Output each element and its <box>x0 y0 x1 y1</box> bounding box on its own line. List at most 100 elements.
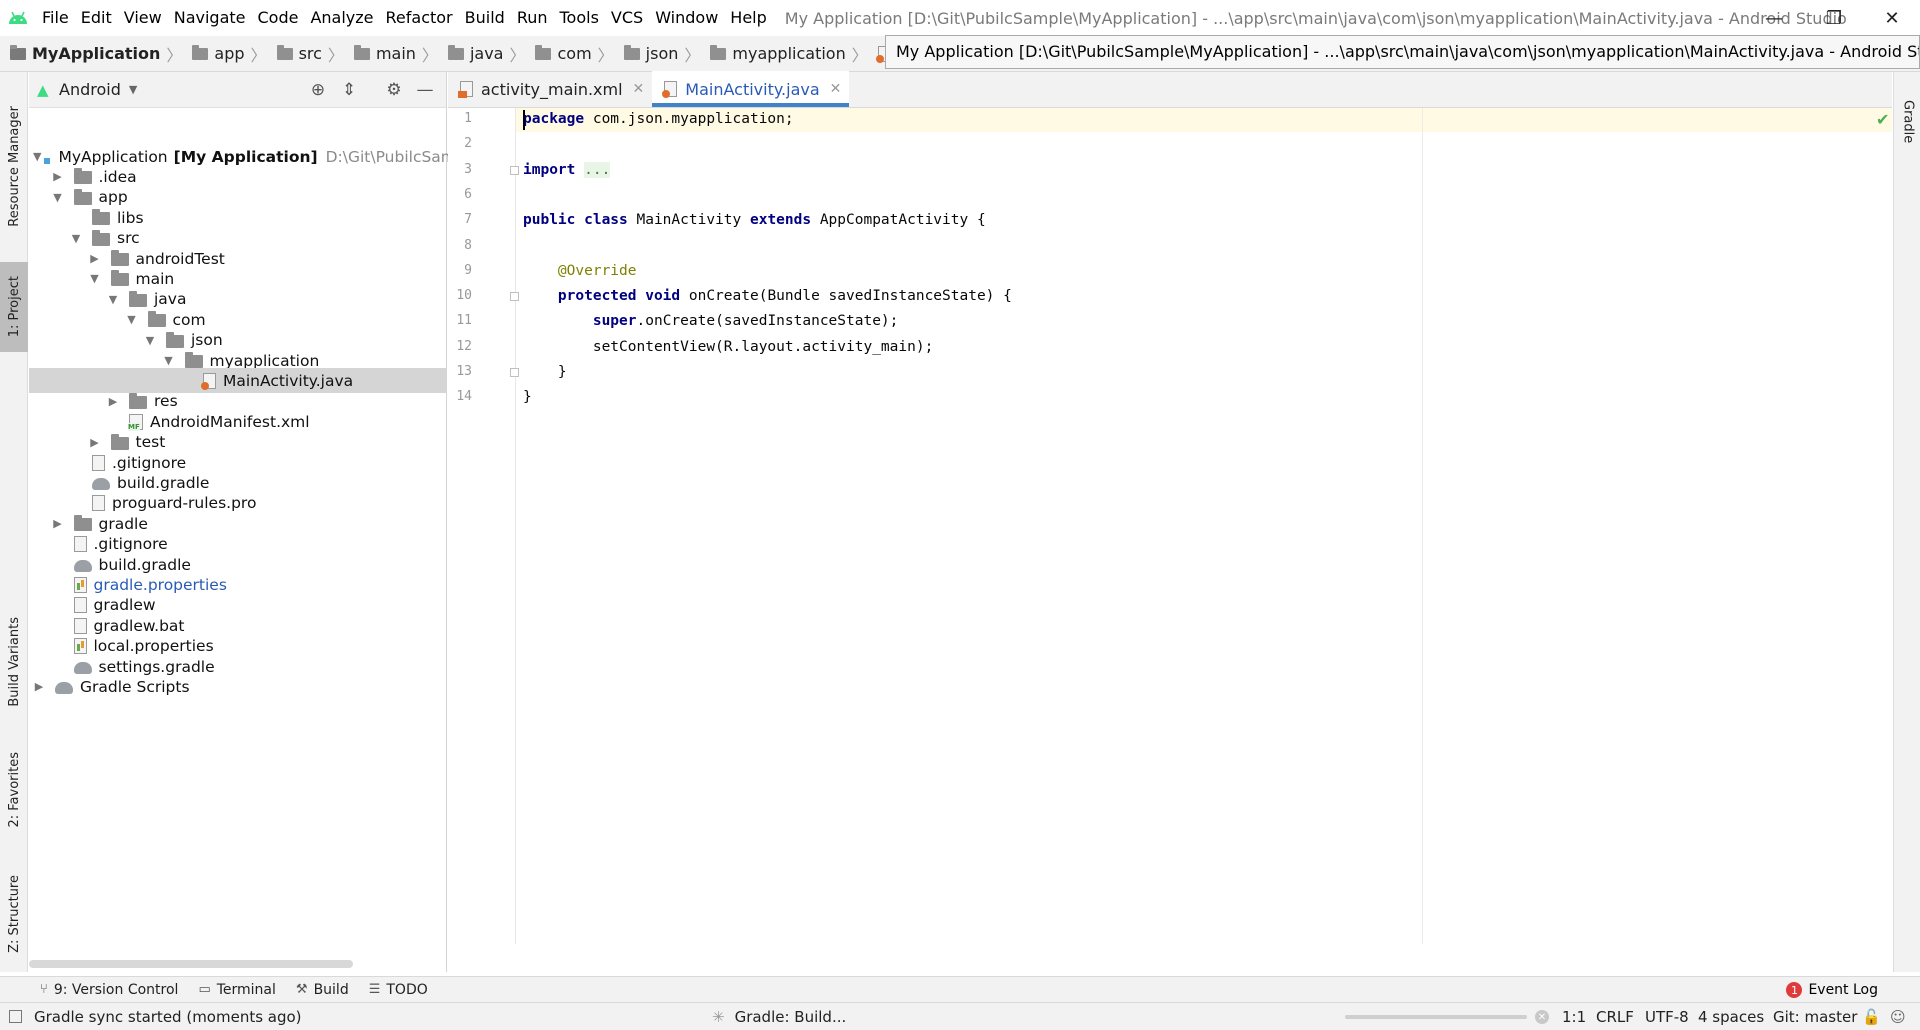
chevron-down-icon[interactable]: ▼ <box>129 83 137 96</box>
locate-target-icon[interactable]: ⊕ <box>303 72 333 108</box>
bottom-tool-todo[interactable]: ☰ TODO <box>369 982 428 998</box>
breadcrumb-item[interactable]: json 〉 <box>623 42 707 66</box>
tab-main-activity-java[interactable]: MainActivity.java ✕ <box>652 71 850 107</box>
line-number: 8 <box>464 237 472 253</box>
event-log-button[interactable]: 1 Event Log <box>1786 977 1878 1003</box>
collapsed-arrow-icon[interactable]: ▶ <box>33 680 45 693</box>
tree-item-label: myapplication <box>209 351 320 370</box>
project-tool-window: ▲ Android ▼ ⊕ ⇕ ⚙ — ▼ MyApplication [My Ap… <box>29 72 470 972</box>
code-editor[interactable]: 1 2 3 6 7 8 9 10 11 12 13 14 package com.json.myapp… <box>448 108 1892 944</box>
chevron-right-icon: 〉 <box>597 45 614 65</box>
tool-tab-resource-manager[interactable]: Resource Manager <box>0 86 28 246</box>
tool-tab-label: Gradle <box>1900 100 1916 144</box>
breadcrumb-item[interactable]: main 〉 <box>353 42 444 66</box>
folder-icon <box>623 44 640 60</box>
fold-marker-icon[interactable] <box>510 292 519 302</box>
bottom-tool-build[interactable]: ⚒ Build <box>296 982 349 998</box>
status-message[interactable]: Gradle sync started (moments ago) <box>34 1008 302 1026</box>
menu-run[interactable]: Run <box>511 0 554 36</box>
fold-marker-icon[interactable] <box>510 165 519 175</box>
hide-panel-icon[interactable]: — <box>410 72 440 108</box>
tree-item[interactable]: ▶ Gradle Scripts <box>29 674 447 699</box>
background-task[interactable]: ✳ Gradle: Build... <box>712 1003 846 1030</box>
cancel-task-icon[interactable]: ✕ <box>1535 1010 1549 1024</box>
fold-marker-icon[interactable] <box>510 368 519 377</box>
tab-activity-main-xml[interactable]: activity_main.xml ✕ <box>448 71 652 107</box>
menu-tools[interactable]: Tools <box>554 0 605 36</box>
menu-window[interactable]: Window <box>649 0 724 36</box>
expanded-arrow-icon[interactable]: ▼ <box>126 313 138 326</box>
close-icon[interactable]: ✕ <box>633 81 645 97</box>
inspection-ok-icon[interactable]: ✔ <box>1876 108 1889 132</box>
expanded-arrow-icon[interactable]: ▼ <box>107 293 119 306</box>
menu-refactor[interactable]: Refactor <box>380 0 459 36</box>
breadcrumb-item[interactable]: src 〉 <box>276 42 350 66</box>
properties-file-icon <box>73 576 87 593</box>
tree-item-label: proguard-rules.pro <box>112 494 257 513</box>
memory-indicator-icon[interactable]: ☺ <box>1890 1003 1906 1030</box>
tool-windows-toggle-icon[interactable] <box>9 1010 22 1023</box>
breadcrumb-item[interactable]: MyApplication 〉 <box>10 42 188 66</box>
tool-tab-project[interactable]: 1: Project <box>0 262 28 352</box>
vcs-branch[interactable]: Git: master <box>1773 1003 1857 1030</box>
android-studio-logo-icon <box>0 0 36 36</box>
window-title-tooltip: My Application [D:\Git\PubilcSample\MyAp… <box>885 35 1920 69</box>
menu-file[interactable]: File <box>36 0 75 36</box>
code-line: protected void onCreate(Bundle savedInst… <box>523 284 1012 308</box>
menu-code[interactable]: Code <box>252 0 305 36</box>
file-icon <box>73 617 87 634</box>
breadcrumb-label: MyApplication <box>32 44 161 63</box>
close-button[interactable]: ✕ <box>1864 0 1920 36</box>
horizontal-scrollbar[interactable] <box>29 960 353 968</box>
restore-button[interactable]: ❐ <box>1806 0 1862 36</box>
folder-icon <box>184 352 203 368</box>
tree-item-label: settings.gradle <box>98 657 215 676</box>
collapse-all-icon[interactable]: ⇕ <box>334 72 364 108</box>
close-icon[interactable]: ✕ <box>830 81 842 97</box>
collapsed-arrow-icon[interactable]: ▶ <box>52 170 64 183</box>
caret-position[interactable]: 1:1 <box>1562 1003 1586 1030</box>
left-tool-strip: Resource Manager 1: Project Build Varian… <box>0 72 28 972</box>
event-log-label: Event Log <box>1808 982 1878 998</box>
minimize-button[interactable]: — <box>1746 0 1802 36</box>
gear-icon[interactable]: ⚙ <box>379 72 409 108</box>
menu-navigate[interactable]: Navigate <box>168 0 252 36</box>
file-encoding[interactable]: UTF-8 <box>1645 1003 1689 1030</box>
java-file-icon <box>662 81 678 98</box>
tool-tab-favorites[interactable]: 2: Favorites <box>0 738 28 842</box>
tool-tab-label: 2: Favorites <box>6 752 22 828</box>
expanded-arrow-icon[interactable]: ▼ <box>89 272 101 285</box>
expanded-arrow-icon[interactable]: ▼ <box>144 334 156 347</box>
menu-vcs[interactable]: VCS <box>605 0 649 36</box>
bottom-tool-9-version-control[interactable]: ⑂ 9: Version Control <box>40 982 178 998</box>
breadcrumb-item[interactable]: myapplication 〉 <box>710 42 873 66</box>
expanded-arrow-icon[interactable]: ▼ <box>52 191 64 204</box>
menu-build[interactable]: Build <box>459 0 511 36</box>
breadcrumb-item[interactable]: app 〉 <box>192 42 272 66</box>
expanded-arrow-icon[interactable]: ▼ <box>163 354 175 367</box>
properties-file-icon <box>73 638 87 655</box>
tool-tab-gradle[interactable]: Gradle <box>1894 82 1920 162</box>
menu-view[interactable]: View <box>118 0 168 36</box>
lock-icon[interactable]: 🔓 <box>1862 1003 1881 1030</box>
tool-tab-structure[interactable]: Z: Structure <box>0 862 28 966</box>
tool-tab-build-variants[interactable]: Build Variants <box>0 602 28 722</box>
bottom-tool-terminal[interactable]: ▭ Terminal <box>198 982 275 998</box>
collapsed-arrow-icon[interactable]: ▶ <box>107 395 119 408</box>
indent-setting[interactable]: 4 spaces <box>1698 1003 1764 1030</box>
collapsed-arrow-icon[interactable]: ▶ <box>89 436 101 449</box>
project-view-selector[interactable]: Android <box>59 80 121 99</box>
menu-analyze[interactable]: Analyze <box>304 0 379 36</box>
collapsed-arrow-icon[interactable]: ▶ <box>89 252 101 265</box>
breadcrumb-item[interactable]: com 〉 <box>535 42 619 66</box>
expanded-arrow-icon[interactable]: ▼ <box>33 150 41 163</box>
breadcrumb-item[interactable]: java 〉 <box>447 42 532 66</box>
expanded-arrow-icon[interactable]: ▼ <box>70 232 82 245</box>
line-separator[interactable]: CRLF <box>1596 1003 1634 1030</box>
folder-icon <box>166 331 184 348</box>
tab-label: MainActivity.java <box>685 79 820 99</box>
collapsed-arrow-icon[interactable]: ▶ <box>52 517 64 530</box>
todo-list-icon: ☰ <box>368 982 381 997</box>
menu-edit[interactable]: Edit <box>75 0 118 36</box>
menu-help[interactable]: Help <box>724 0 772 36</box>
